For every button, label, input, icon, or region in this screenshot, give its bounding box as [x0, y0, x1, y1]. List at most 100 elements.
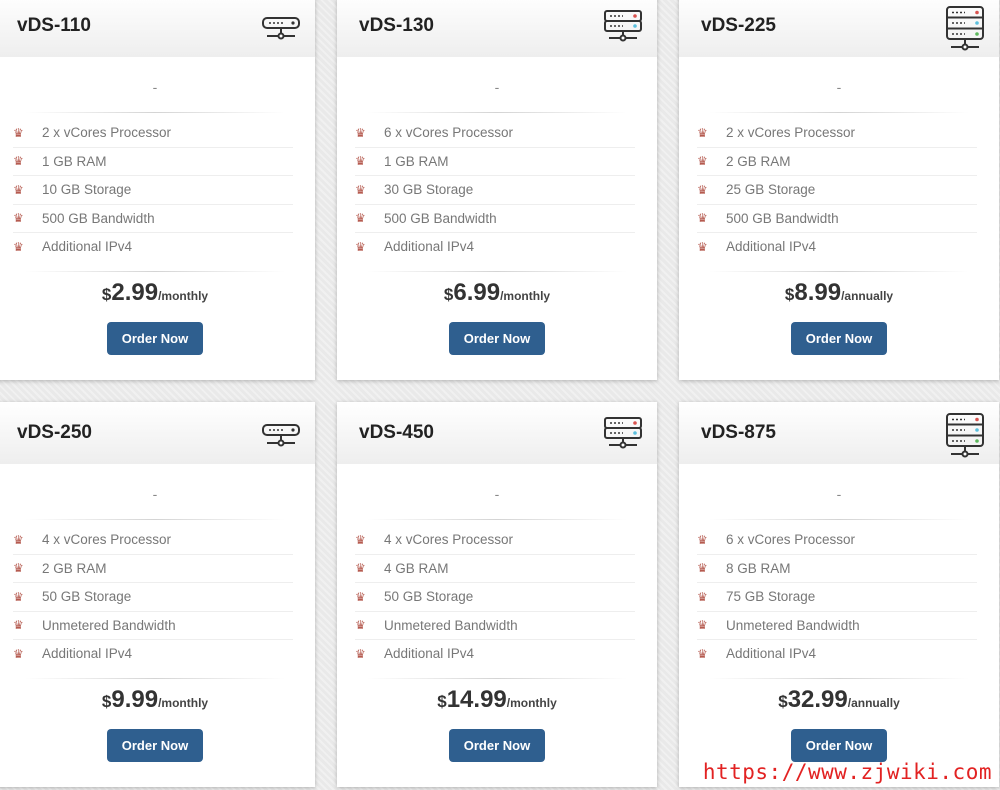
order-now-button[interactable]: Order Now	[107, 729, 203, 762]
price-currency: $	[437, 692, 447, 711]
plan-header: vDS-130	[337, 0, 657, 57]
feature-text: 6 x vCores Processor	[726, 532, 856, 548]
feature-item: ♛ Additional IPv4	[697, 233, 977, 261]
crown-icon: ♛	[13, 589, 24, 604]
feature-list: ♛ 2 x vCores Processor ♛ 2 GB RAM ♛ 25 GB S…	[697, 119, 977, 261]
feature-item: ♛ 1 GB RAM	[355, 148, 635, 176]
price-amount: 14.99	[446, 686, 507, 713]
feature-text: 6 x vCores Processor	[384, 125, 514, 141]
plan-subtitle: -	[494, 79, 500, 95]
crown-icon: ♛	[13, 125, 24, 140]
divider	[709, 519, 969, 520]
feature-list: ♛ 2 x vCores Processor ♛ 1 GB RAM ♛ 10 GB S…	[13, 119, 293, 261]
crown-icon: ♛	[13, 211, 24, 226]
feature-text: 10 GB Storage	[42, 182, 132, 198]
crown-icon: ♛	[355, 646, 366, 661]
divider	[367, 519, 627, 520]
order-now-button[interactable]: Order Now	[791, 322, 887, 355]
feature-text: Additional IPv4	[726, 646, 817, 662]
feature-text: Additional IPv4	[42, 646, 133, 662]
feature-text: Additional IPv4	[384, 239, 475, 255]
feature-text: 4 GB RAM	[384, 560, 449, 576]
plan-card: vDS-130 - ♛ 6 x vCores Processor ♛ 1 GB RA…	[337, 0, 657, 380]
feature-item: ♛ Additional IPv4	[355, 233, 635, 261]
feature-item: ♛ 30 GB Storage	[355, 176, 635, 205]
feature-item: ♛ 2 GB RAM	[13, 555, 293, 583]
price-amount: 9.99	[111, 686, 159, 713]
feature-item: ♛ Unmetered Bandwidth	[697, 612, 977, 640]
feature-item: ♛ 2 x vCores Processor	[697, 119, 977, 148]
divider	[25, 112, 285, 113]
feature-item: ♛ Additional IPv4	[13, 233, 293, 261]
feature-item: ♛ 75 GB Storage	[697, 583, 977, 612]
divider	[367, 112, 627, 113]
price: $9.99/monthly	[0, 686, 315, 714]
order-now-button[interactable]: Order Now	[107, 322, 203, 355]
feature-item: ♛ 8 GB RAM	[697, 555, 977, 583]
divider	[367, 678, 627, 679]
plan-header: vDS-110	[0, 0, 315, 57]
server-3u-icon	[946, 413, 984, 458]
feature-item: ♛ Additional IPv4	[355, 640, 635, 668]
price: $2.99/monthly	[0, 279, 315, 307]
crown-icon: ♛	[355, 561, 366, 576]
crown-icon: ♛	[697, 532, 708, 547]
price-amount: 8.99	[794, 279, 842, 306]
feature-text: 4 x vCores Processor	[384, 532, 514, 548]
crown-icon: ♛	[697, 561, 708, 576]
plan-header: vDS-250	[0, 402, 315, 464]
feature-text: 2 GB RAM	[42, 560, 107, 576]
server-3u-icon	[946, 6, 984, 51]
crown-icon: ♛	[697, 589, 708, 604]
price-period: /monthly	[500, 289, 551, 303]
divider	[709, 678, 969, 679]
order-now-button[interactable]: Order Now	[791, 729, 887, 762]
crown-icon: ♛	[355, 125, 366, 140]
feature-item: ♛ 50 GB Storage	[13, 583, 293, 612]
feature-item: ♛ 500 GB Bandwidth	[355, 205, 635, 233]
feature-text: 4 x vCores Processor	[42, 532, 172, 548]
feature-item: ♛ 6 x vCores Processor	[697, 526, 977, 555]
price: $32.99/annually	[679, 686, 999, 714]
crown-icon: ♛	[697, 646, 708, 661]
feature-list: ♛ 4 x vCores Processor ♛ 4 GB RAM ♛ 50 GB S…	[355, 526, 635, 668]
order-now-button[interactable]: Order Now	[449, 322, 545, 355]
crown-icon: ♛	[355, 154, 366, 169]
plan-name: vDS-875	[701, 422, 776, 443]
feature-list: ♛ 6 x vCores Processor ♛ 1 GB RAM ♛ 30 GB S…	[355, 119, 635, 261]
feature-text: 50 GB Storage	[384, 589, 474, 605]
feature-text: 50 GB Storage	[42, 589, 132, 605]
price-amount: 2.99	[111, 279, 159, 306]
crown-icon: ♛	[355, 211, 366, 226]
feature-text: 75 GB Storage	[726, 589, 816, 605]
crown-icon: ♛	[13, 618, 24, 633]
plan-header: vDS-875	[679, 402, 999, 464]
plan-name: vDS-110	[17, 15, 91, 36]
feature-text: Unmetered Bandwidth	[384, 617, 518, 633]
crown-icon: ♛	[355, 618, 366, 633]
price-amount: 32.99	[787, 686, 848, 713]
crown-icon: ♛	[355, 532, 366, 547]
server-1u-icon	[262, 424, 300, 447]
feature-item: ♛ 4 x vCores Processor	[355, 526, 635, 555]
feature-item: ♛ 25 GB Storage	[697, 176, 977, 205]
feature-item: ♛ 10 GB Storage	[13, 176, 293, 205]
feature-text: 500 GB Bandwidth	[726, 210, 839, 226]
feature-item: ♛ Unmetered Bandwidth	[13, 612, 293, 640]
crown-icon: ♛	[697, 211, 708, 226]
crown-icon: ♛	[697, 182, 708, 197]
price-currency: $	[443, 285, 454, 304]
price: $6.99/monthly	[337, 279, 657, 307]
order-now-button[interactable]: Order Now	[449, 729, 545, 762]
feature-item: ♛ Additional IPv4	[697, 640, 977, 668]
plan-card: vDS-250 - ♛ 4 x vCores Processor ♛ 2 GB RA…	[0, 402, 315, 787]
plan-name: vDS-450	[359, 422, 434, 443]
feature-text: Unmetered Bandwidth	[726, 617, 860, 633]
feature-item: ♛ 500 GB Bandwidth	[697, 205, 977, 233]
feature-item: ♛ 4 GB RAM	[355, 555, 635, 583]
feature-text: 1 GB RAM	[384, 153, 449, 169]
plan-subtitle: -	[152, 79, 158, 95]
feature-text: 2 x vCores Processor	[42, 125, 172, 141]
plan-subtitle: -	[152, 486, 158, 502]
plan-subtitle: -	[836, 79, 842, 95]
